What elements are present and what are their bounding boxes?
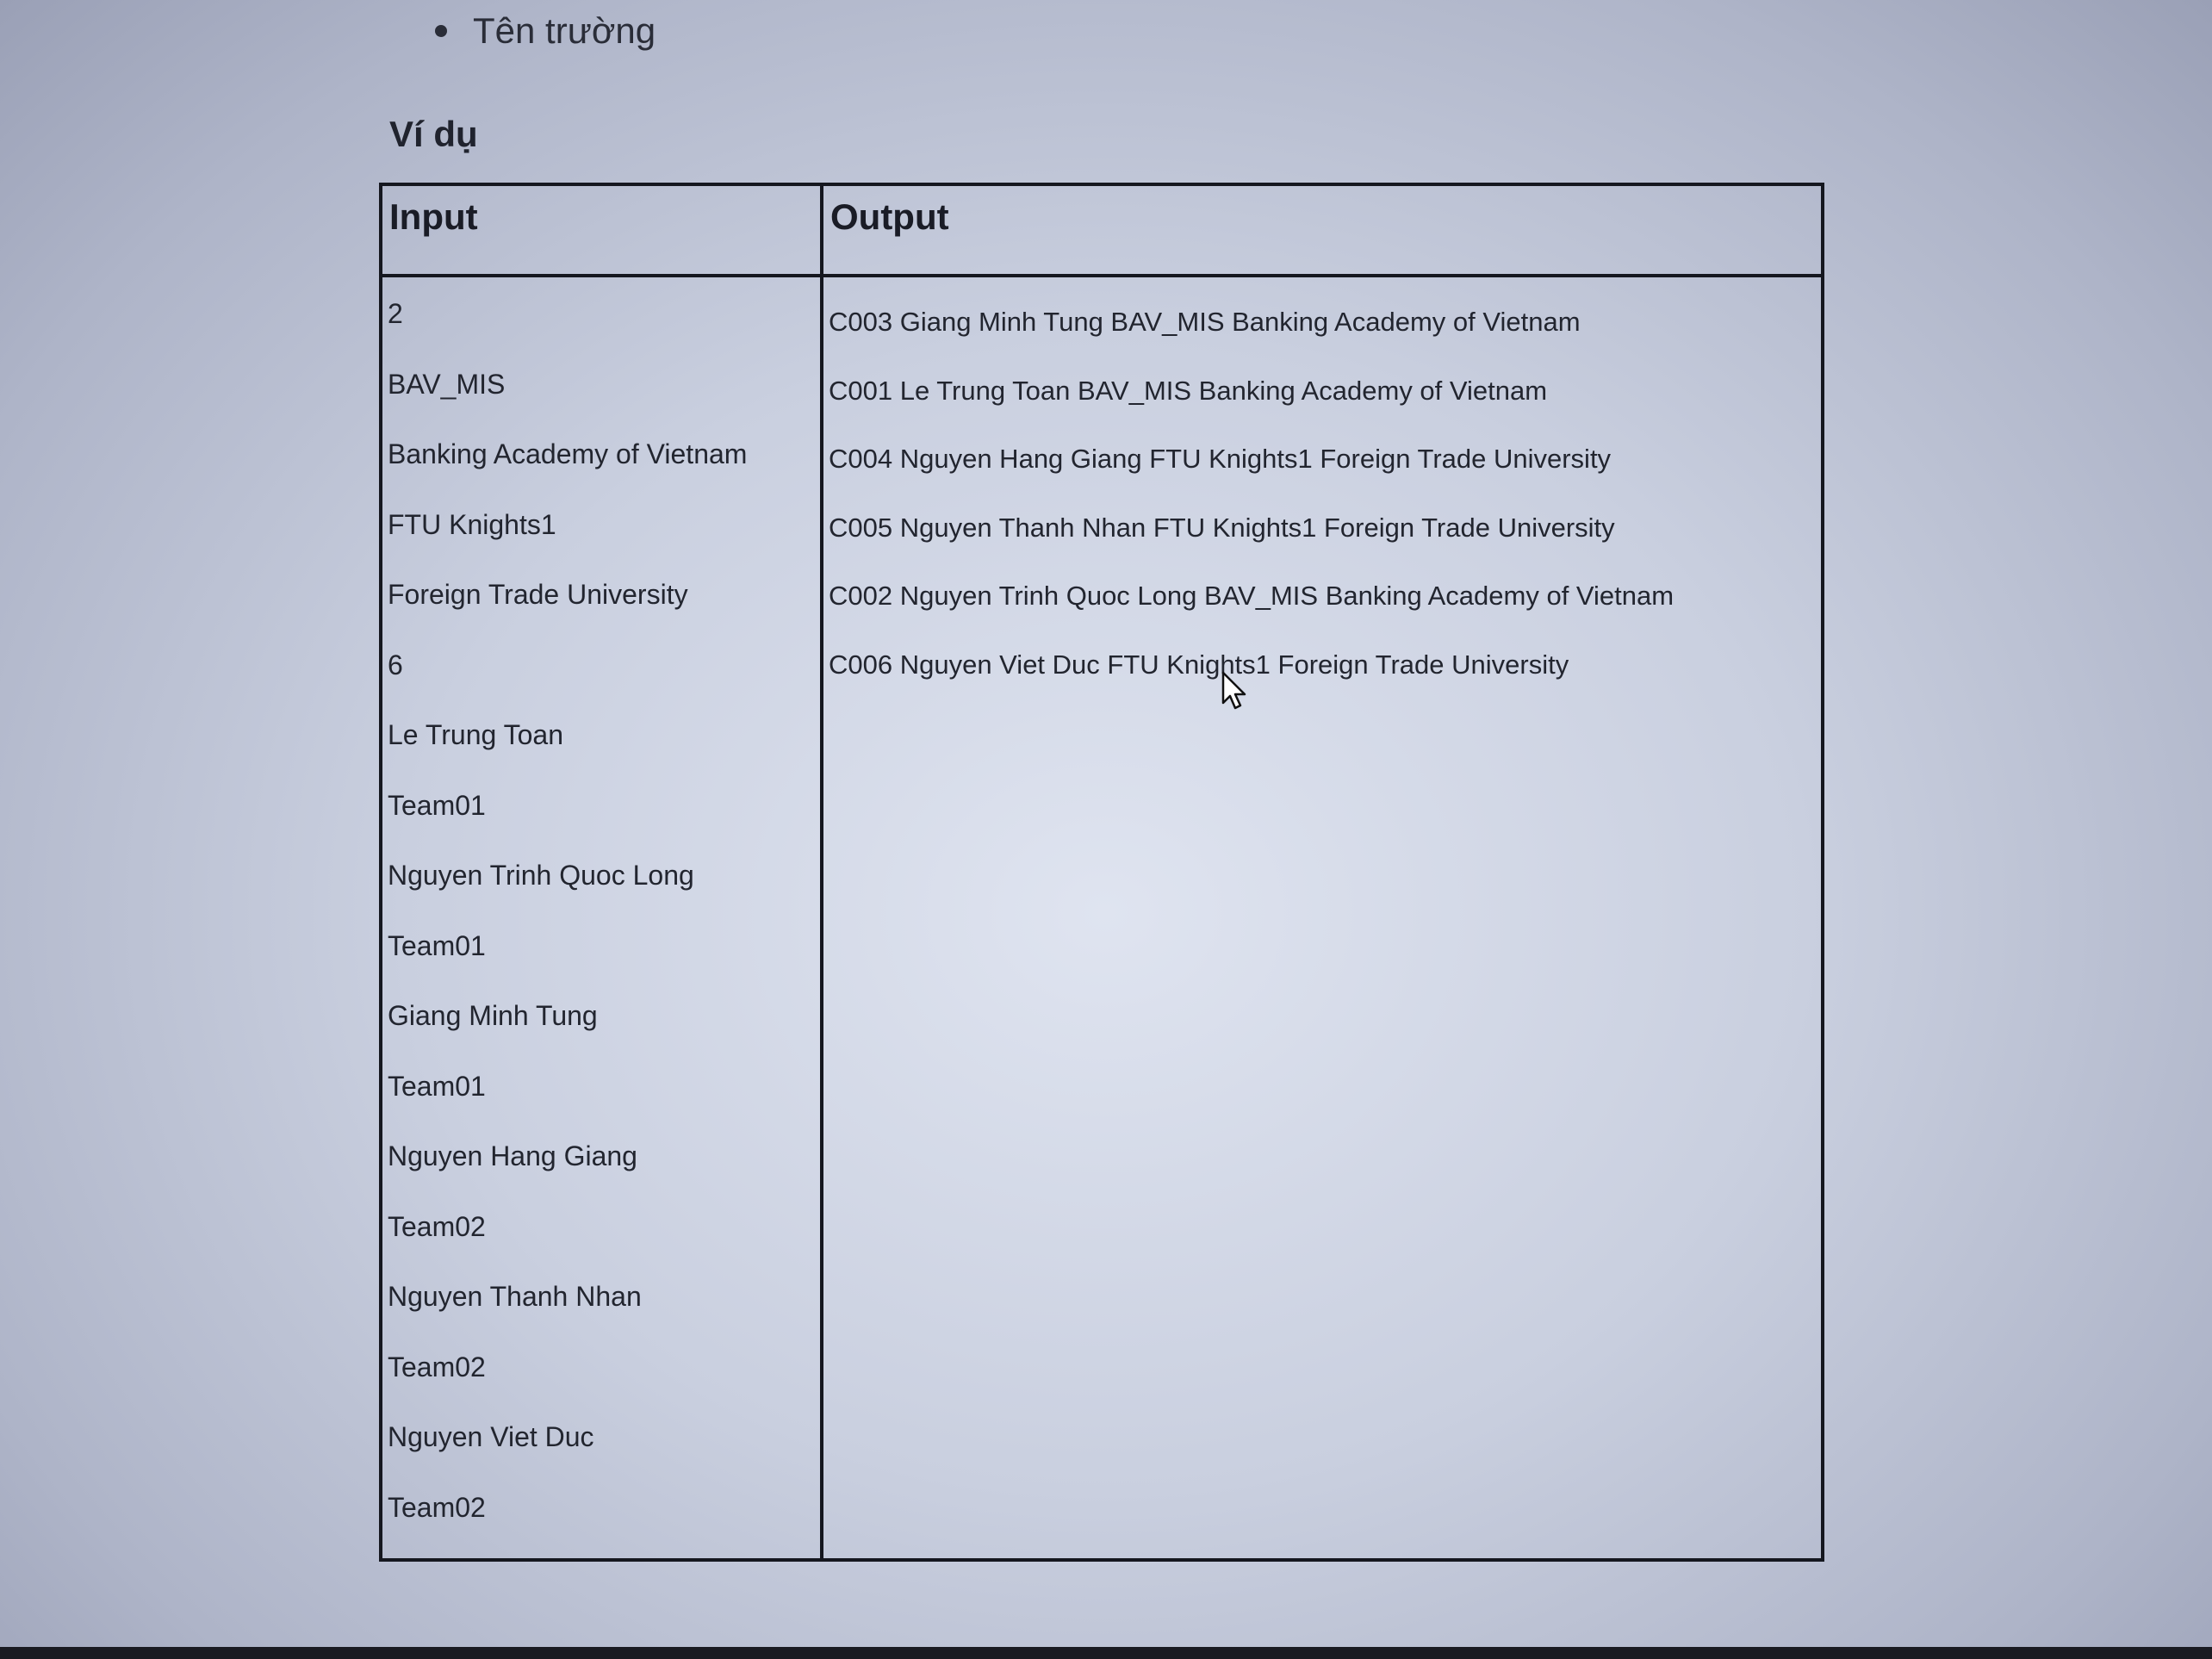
bullet-item: Tên trường: [435, 10, 656, 52]
output-line: C006 Nguyen Viet Duc FTU Knights1 Foreig…: [829, 649, 1569, 680]
input-line: 2: [388, 298, 403, 329]
example-io-table: Input Output 2 BAV_MIS Banking Academy o…: [379, 183, 1824, 1562]
input-column-header: Input: [379, 184, 823, 277]
input-line: Nguyen Thanh Nhan: [388, 1281, 642, 1312]
input-line: Nguyen Viet Duc: [388, 1421, 594, 1452]
screen-bezel-edge: [0, 1647, 2212, 1659]
bullet-dot-icon: [435, 25, 447, 37]
output-column-header: Output: [820, 184, 1824, 277]
input-line: Le Trung Toan: [388, 719, 564, 750]
input-line: Team02: [388, 1491, 486, 1523]
output-cell: C003 Giang Minh Tung BAV_MIS Banking Aca…: [820, 276, 1824, 1560]
example-heading: Ví dụ: [389, 114, 478, 154]
input-line: FTU Knights1: [388, 508, 556, 540]
input-line: Team02: [388, 1351, 486, 1382]
bullet-item-text: Tên trường: [473, 10, 656, 51]
output-line: C001 Le Trung Toan BAV_MIS Banking Acade…: [829, 375, 1548, 406]
input-lines: 2 BAV_MIS Banking Academy of Vietnam FTU…: [382, 277, 820, 1558]
output-line: C005 Nguyen Thanh Nhan FTU Knights1 Fore…: [829, 512, 1615, 543]
input-cell: 2 BAV_MIS Banking Academy of Vietnam FTU…: [379, 276, 823, 1560]
input-line: Foreign Trade University: [388, 579, 688, 610]
output-lines: C003 Giang Minh Tung BAV_MIS Banking Aca…: [823, 277, 1821, 705]
input-line: Giang Minh Tung: [388, 1000, 598, 1031]
input-line: BAV_MIS: [388, 368, 506, 400]
input-line: Team01: [388, 1070, 486, 1102]
input-line: Nguyen Hang Giang: [388, 1140, 637, 1171]
input-line: Team01: [388, 929, 486, 961]
input-line: 6: [388, 649, 403, 680]
table-header-row: Input Output: [379, 184, 1824, 277]
output-line: C003 Giang Minh Tung BAV_MIS Banking Aca…: [829, 307, 1581, 337]
table-body-row: 2 BAV_MIS Banking Academy of Vietnam FTU…: [379, 276, 1824, 1560]
output-line: C002 Nguyen Trinh Quoc Long BAV_MIS Bank…: [829, 581, 1675, 611]
output-line: C004 Nguyen Hang Giang FTU Knights1 Fore…: [829, 444, 1612, 474]
mouse-pointer-icon: [1221, 671, 1246, 710]
document-page: Tên trường Ví dụ Input Output 2 BAV_MIS …: [0, 0, 2212, 1659]
input-line: Banking Academy of Vietnam: [388, 438, 748, 469]
input-line: Nguyen Trinh Quoc Long: [388, 860, 694, 891]
input-line: Team01: [388, 789, 486, 821]
input-line: Team02: [388, 1210, 486, 1242]
field-bullet-list: Tên trường: [435, 10, 656, 52]
